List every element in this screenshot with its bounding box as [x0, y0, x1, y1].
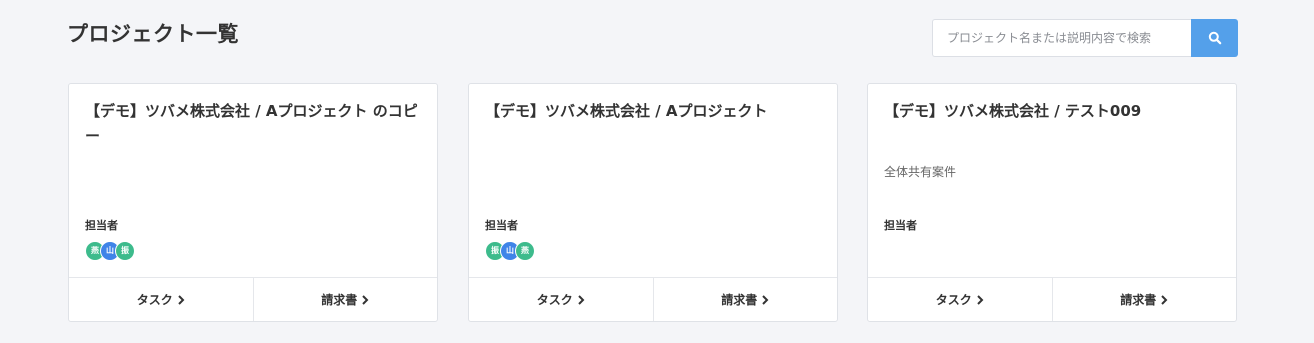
- search-input[interactable]: [932, 19, 1191, 57]
- project-description: 全体共有案件: [884, 165, 957, 179]
- project-title[interactable]: 【デモ】ツバメ株式会社 / Aプロジェクト のコピー: [85, 99, 421, 149]
- card-footer: タスク 請求書: [868, 277, 1236, 321]
- task-link[interactable]: タスク: [868, 278, 1052, 321]
- card-footer: タスク 請求書: [469, 277, 837, 321]
- project-title[interactable]: 【デモ】ツバメ株式会社 / Aプロジェクト: [485, 99, 821, 124]
- task-link[interactable]: タスク: [469, 278, 653, 321]
- search-bar: [932, 19, 1238, 57]
- avatar: 燕: [515, 241, 535, 261]
- card-footer: タスク 請求書: [69, 277, 437, 321]
- search-icon: [1208, 31, 1221, 45]
- project-card: 【デモ】ツバメ株式会社 / Aプロジェクト のコピー 担当者 燕 山 振 タスク…: [68, 83, 438, 322]
- invoice-link-label: 請求書: [321, 293, 358, 307]
- task-link[interactable]: タスク: [69, 278, 253, 321]
- invoice-link[interactable]: 請求書: [652, 278, 838, 321]
- project-title[interactable]: 【デモ】ツバメ株式会社 / テスト009: [884, 99, 1220, 124]
- chevron-right-icon: [1161, 294, 1168, 305]
- chevron-right-icon: [578, 294, 585, 305]
- page-title: プロジェクト一覧: [67, 22, 239, 46]
- invoice-link-label: 請求書: [1120, 293, 1157, 307]
- chevron-right-icon: [362, 294, 369, 305]
- chevron-right-icon: [762, 294, 769, 305]
- assignee-avatars: 燕 山 振: [85, 241, 135, 261]
- invoice-link[interactable]: 請求書: [252, 278, 438, 321]
- task-link-label: タスク: [536, 293, 573, 307]
- invoice-link[interactable]: 請求書: [1051, 278, 1237, 321]
- task-link-label: タスク: [136, 293, 173, 307]
- invoice-link-label: 請求書: [721, 293, 758, 307]
- project-card: 【デモ】ツバメ株式会社 / テスト009 全体共有案件 担当者 タスク 請求書: [867, 83, 1237, 322]
- avatar: 振: [115, 241, 135, 261]
- project-card: 【デモ】ツバメ株式会社 / Aプロジェクト 担当者 振 山 燕 タスク 請求書: [468, 83, 838, 322]
- assignee-label: 担当者: [485, 219, 518, 232]
- chevron-right-icon: [977, 294, 984, 305]
- search-button[interactable]: [1191, 19, 1238, 57]
- assignee-avatars: 振 山 燕: [485, 241, 535, 261]
- assignee-label: 担当者: [85, 219, 118, 232]
- chevron-right-icon: [178, 294, 185, 305]
- task-link-label: タスク: [935, 293, 972, 307]
- assignee-label: 担当者: [884, 219, 917, 232]
